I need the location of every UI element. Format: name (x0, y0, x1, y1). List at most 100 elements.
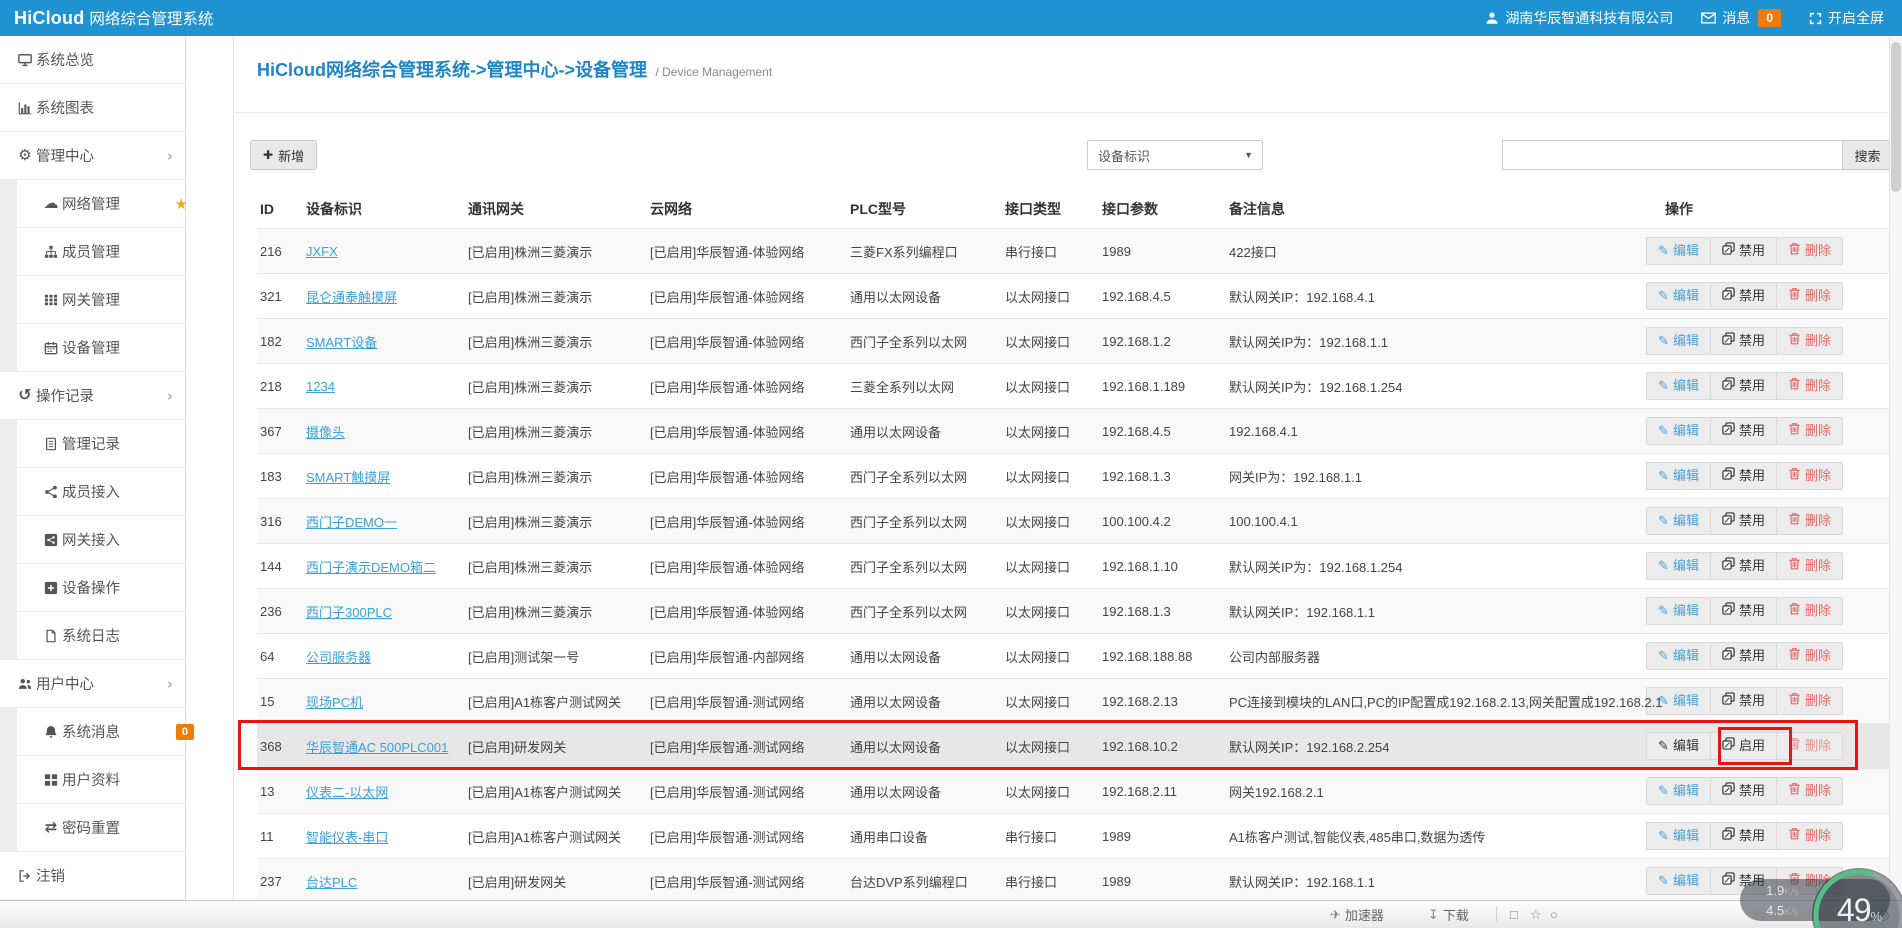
edit-button[interactable]: ✎编辑 (1647, 643, 1710, 669)
memory-usage-ball[interactable]: 49% (1812, 868, 1902, 928)
device-name-link[interactable]: SMART设备 (306, 335, 377, 350)
sidebar-item-12[interactable]: 设备操作 (0, 564, 185, 612)
delete-button[interactable]: 删除 (1776, 643, 1842, 669)
sidebar-item-13[interactable]: 系统日志 (0, 612, 185, 660)
disable-button[interactable]: 禁用 (1710, 823, 1776, 849)
download-button[interactable]: ↧ 下载 (1428, 905, 1469, 924)
column-header: 接口类型 (1002, 190, 1099, 229)
device-name-link[interactable]: SMART触摸屏 (306, 470, 390, 485)
delete-button[interactable]: 删除 (1776, 598, 1842, 624)
accelerator-button[interactable]: ✈ 加速器 (1330, 905, 1384, 924)
sidebar-item-18[interactable]: 注销 (0, 852, 185, 900)
edit-button[interactable]: ✎编辑 (1647, 238, 1710, 264)
disable-button[interactable]: 禁用 (1710, 463, 1776, 489)
device-name-link[interactable]: 昆仑通泰触摸屏 (306, 290, 397, 305)
edit-button[interactable]: ✎编辑 (1647, 823, 1710, 849)
edit-button[interactable]: ✎编辑 (1647, 328, 1710, 354)
sidebar-item-8[interactable]: ↺操作记录› (0, 372, 185, 420)
disable-button[interactable]: 禁用 (1710, 553, 1776, 579)
search-button[interactable]: 搜索 (1842, 140, 1893, 170)
disable-button[interactable]: 禁用 (1710, 238, 1776, 264)
disable-button[interactable]: 禁用 (1710, 508, 1776, 534)
device-filter-select[interactable]: 设备标识 ▼ (1087, 140, 1263, 170)
enable-button[interactable]: 启用 (1710, 733, 1776, 759)
sidebar-item-label: 管理中心 (36, 145, 94, 166)
company-menu[interactable]: 湖南华辰智通科技有限公司 (1485, 8, 1673, 28)
device-name-link[interactable]: JXFX (306, 244, 338, 259)
sidebar-item-2[interactable]: 系统图表 (0, 84, 185, 132)
cell-actions: ✎编辑启用删除 (1662, 724, 1891, 769)
device-name-link[interactable]: 1234 (306, 379, 335, 394)
cell-iface: 串行接口 (1002, 859, 1099, 904)
sidebar-item-3[interactable]: ⚙管理中心› (0, 132, 185, 180)
device-name-link[interactable]: 仪表二-以太网 (306, 785, 388, 800)
delete-button[interactable]: 删除 (1776, 238, 1842, 264)
device-name-link[interactable]: 西门子演示DEMO箱二 (306, 560, 436, 575)
edit-button[interactable]: ✎编辑 (1647, 733, 1710, 759)
cell-id: 64 (257, 634, 303, 679)
messages-menu[interactable]: 消息 0 (1701, 8, 1781, 28)
edit-button[interactable]: ✎编辑 (1647, 508, 1710, 534)
device-name-link[interactable]: 西门子DEMO一 (306, 515, 397, 530)
vertical-scrollbar[interactable] (1889, 36, 1902, 928)
delete-button[interactable]: 删除 (1776, 778, 1842, 804)
sidebar-item-7[interactable]: 设备管理 (0, 324, 185, 372)
device-name-link[interactable]: 智能仪表-串口 (306, 830, 388, 845)
disable-button[interactable]: 禁用 (1710, 373, 1776, 399)
sidebar-item-11[interactable]: 网关接入 (0, 516, 185, 564)
edit-button[interactable]: ✎编辑 (1647, 463, 1710, 489)
delete-button[interactable]: 删除 (1776, 373, 1842, 399)
delete-button[interactable]: 删除 (1776, 328, 1842, 354)
cell-actions: ✎编辑禁用删除 (1662, 634, 1891, 679)
sidebar-item-label: 操作记录 (36, 385, 94, 406)
apps-icon[interactable]: □ (1510, 907, 1518, 922)
edit-button[interactable]: ✎编辑 (1647, 778, 1710, 804)
sidebar-item-1[interactable]: 系统总览 (0, 36, 185, 84)
scrollbar-thumb[interactable] (1891, 42, 1901, 192)
edit-button[interactable]: ✎编辑 (1647, 868, 1710, 894)
delete-button[interactable]: 删除 (1776, 688, 1842, 714)
disable-button[interactable]: 禁用 (1710, 328, 1776, 354)
device-name-link[interactable]: 西门子300PLC (306, 605, 392, 620)
sidebar-item-9[interactable]: 管理记录 (0, 420, 185, 468)
edit-button[interactable]: ✎编辑 (1647, 373, 1710, 399)
disable-button[interactable]: 禁用 (1710, 643, 1776, 669)
disable-button[interactable]: 禁用 (1710, 688, 1776, 714)
edit-button[interactable]: ✎编辑 (1647, 418, 1710, 444)
edit-button[interactable]: ✎编辑 (1647, 553, 1710, 579)
cell-remark: 默认网关IP为：192.168.1.1 (1226, 319, 1662, 364)
sidebar-item-6[interactable]: 网关管理 (0, 276, 185, 324)
fullscreen-button[interactable]: 开启全屏 (1809, 8, 1884, 28)
sidebar-item-16[interactable]: 用户资料 (0, 756, 185, 804)
sidebar-item-15[interactable]: 系统消息0 (0, 708, 185, 756)
device-name-link[interactable]: 现场PC机 (306, 695, 363, 710)
sidebar-item-17[interactable]: ⇄密码重置 (0, 804, 185, 852)
disable-button[interactable]: 禁用 (1710, 778, 1776, 804)
search-input[interactable] (1502, 140, 1842, 170)
sidebar-item-10[interactable]: 成员接入 (0, 468, 185, 516)
mute-icon[interactable]: ○ (1550, 907, 1558, 922)
favorites-icon[interactable]: ☆ (1530, 907, 1542, 923)
delete-button[interactable]: 删除 (1776, 823, 1842, 849)
device-name-link[interactable]: 台达PLC (306, 875, 357, 890)
edit-button[interactable]: ✎编辑 (1647, 283, 1710, 309)
disable-button[interactable]: 禁用 (1710, 418, 1776, 444)
edit-button[interactable]: ✎编辑 (1647, 598, 1710, 624)
sidebar-item-4[interactable]: ☁网络管理★ (0, 180, 185, 228)
delete-button[interactable]: 删除 (1776, 283, 1842, 309)
disable-button[interactable]: 禁用 (1710, 283, 1776, 309)
device-name-link[interactable]: 公司服务器 (306, 650, 371, 665)
sidebar-item-5[interactable]: 成员管理 (0, 228, 185, 276)
delete-button[interactable]: 删除 (1776, 553, 1842, 579)
disable-button[interactable]: 禁用 (1710, 598, 1776, 624)
delete-button[interactable]: 删除 (1776, 463, 1842, 489)
add-device-button[interactable]: ✚新增 (250, 140, 317, 170)
cell-plc: 三菱全系列以太网 (847, 364, 1002, 409)
sidebar-item-14[interactable]: 用户中心› (0, 660, 185, 708)
delete-button[interactable]: 删除 (1776, 418, 1842, 444)
filter-selected-value: 设备标识 (1098, 146, 1150, 165)
device-name-link[interactable]: 摄像头 (306, 425, 345, 440)
delete-button[interactable]: 删除 (1776, 733, 1842, 759)
delete-button[interactable]: 删除 (1776, 508, 1842, 534)
device-name-link[interactable]: 华辰智通AC 500PLC001 (306, 740, 448, 755)
